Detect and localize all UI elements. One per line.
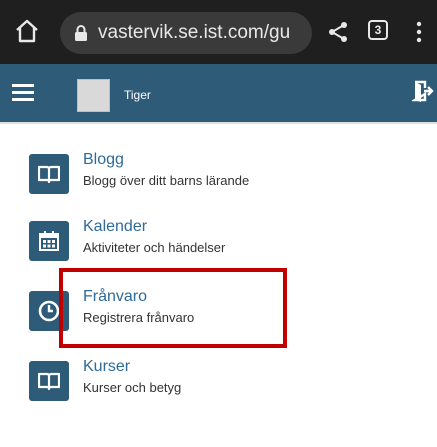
book-icon [38, 165, 60, 184]
menu-item-title: Blogg [83, 151, 124, 168]
menu-item-kurser[interactable]: Kurser Kurser och betyg [29, 358, 409, 401]
menu-item-title: Kurser [83, 358, 131, 375]
avatar[interactable] [77, 79, 110, 112]
menu-item-title: Kalender [83, 218, 148, 235]
menu-item-subtitle: Blogg över ditt barns lärande [83, 173, 250, 188]
hamburger-menu-icon[interactable] [12, 84, 34, 102]
menu-item-tile [29, 154, 69, 194]
logout-icon[interactable] [412, 80, 434, 102]
user-name: Tiger [124, 88, 151, 102]
menu-item-kalender[interactable]: Kalender Aktiviteter och händelser [29, 218, 409, 261]
menu-item-subtitle: Aktiviteter och händelser [83, 240, 226, 255]
lock-icon [75, 25, 87, 41]
app-header [0, 64, 437, 122]
home-icon[interactable] [14, 18, 40, 44]
book-icon [38, 372, 60, 391]
highlight-box [59, 268, 287, 348]
tab-switcher-button[interactable]: 3 [368, 20, 388, 40]
menu-item-tile [29, 221, 69, 261]
clock-icon [38, 300, 60, 322]
menu-item-subtitle: Kurser och betyg [83, 380, 182, 395]
menu-item-blogg[interactable]: Blogg Blogg över ditt barns lärande [29, 151, 409, 194]
share-icon[interactable] [326, 20, 350, 44]
tab-count: 3 [374, 23, 382, 37]
browser-toolbar: vastervik.se.ist.com/gu 3 [0, 0, 437, 64]
url-text: vastervik.se.ist.com/gu [98, 22, 291, 43]
menu-item-tile [29, 361, 69, 401]
more-vert-icon[interactable] [414, 20, 424, 44]
calendar-icon [39, 231, 59, 251]
header-divider [0, 122, 437, 124]
address-bar[interactable]: vastervik.se.ist.com/gu [60, 12, 312, 54]
